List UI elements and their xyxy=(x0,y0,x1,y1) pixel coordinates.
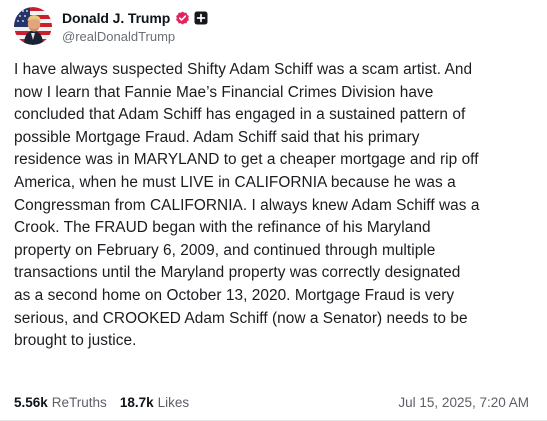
likes-label: Likes xyxy=(157,394,190,410)
post-card: Donald J. Trump @realDonaldTrump I have … xyxy=(0,0,547,421)
plus-square-icon xyxy=(194,11,208,25)
avatar-portrait-icon xyxy=(14,7,52,45)
post-body-text: I have always suspected Shifty Adam Schi… xyxy=(14,61,480,350)
likes-count: 18.7k xyxy=(119,394,154,410)
author-display-name[interactable]: Donald J. Trump xyxy=(62,10,170,26)
likes-stat[interactable]: 18.7k Likes xyxy=(120,395,189,410)
verified-badge-icon xyxy=(175,11,190,26)
name-row: Donald J. Trump xyxy=(62,8,208,28)
retruths-count: 5.56k xyxy=(14,394,48,410)
retruths-label: ReTruths xyxy=(51,394,107,410)
avatar[interactable] xyxy=(14,7,52,45)
author-identity: Donald J. Trump @realDonaldTrump xyxy=(62,8,208,44)
retruths-stat[interactable]: 5.56k ReTruths xyxy=(14,395,107,410)
post-header: Donald J. Trump @realDonaldTrump xyxy=(14,6,208,46)
author-handle[interactable]: @realDonaldTrump xyxy=(62,29,208,44)
post-footer: 5.56k ReTruths 18.7k Likes Jul 15, 2025,… xyxy=(14,392,529,412)
post-timestamp[interactable]: Jul 15, 2025, 7:20 AM xyxy=(398,395,529,410)
